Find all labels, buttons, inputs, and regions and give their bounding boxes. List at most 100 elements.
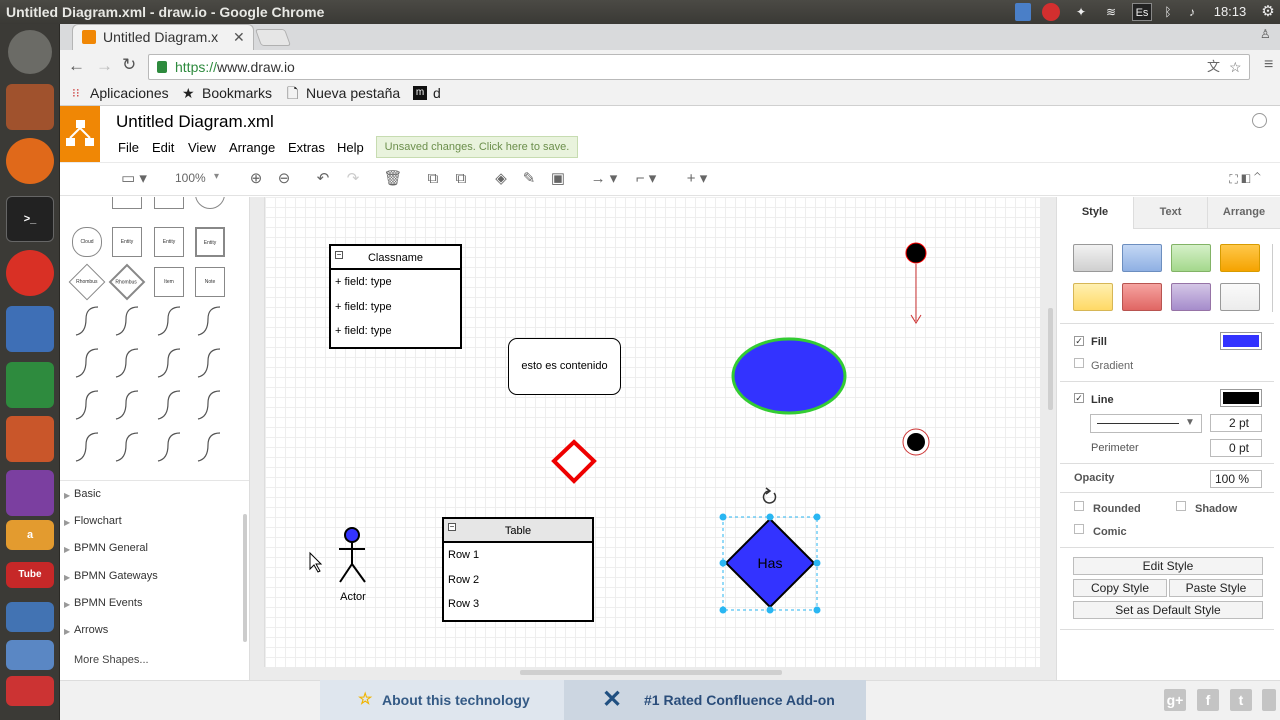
to-back-icon[interactable]: ⧉ bbox=[451, 169, 471, 189]
connection-icon[interactable]: → ▾ bbox=[588, 169, 620, 189]
category-bpmn-general[interactable]: BPMN General bbox=[74, 542, 148, 554]
shape-thumb[interactable] bbox=[112, 197, 142, 209]
line-color-icon[interactable]: ✎ bbox=[519, 169, 539, 189]
bluetooth-icon[interactable]: ᛒ bbox=[1160, 3, 1176, 21]
forward-icon[interactable]: → bbox=[96, 56, 113, 76]
collapse-icon[interactable]: − bbox=[448, 523, 456, 531]
red-diamond[interactable] bbox=[551, 439, 597, 484]
format-panel-toggle-icon[interactable]: ▭ ▾ bbox=[116, 169, 152, 189]
category-basic[interactable]: Basic bbox=[74, 488, 101, 500]
bookmark-star-icon[interactable]: ☆ bbox=[1229, 55, 1242, 79]
category-arrows[interactable]: Arrows bbox=[74, 624, 108, 636]
menu-view[interactable]: View bbox=[188, 140, 216, 155]
amazon-icon[interactable]: a bbox=[6, 520, 54, 550]
wifi-icon[interactable]: ≋ bbox=[1101, 3, 1121, 21]
bookmark-new-tab[interactable]: Nueva pestaña bbox=[306, 82, 400, 104]
fullscreen-icons[interactable]: ⛶ ◧ ⌃ bbox=[1222, 169, 1268, 189]
line-checkbox[interactable]: ✓ bbox=[1074, 393, 1084, 403]
fill-color-picker[interactable] bbox=[1220, 332, 1262, 350]
menu-extras[interactable]: Extras bbox=[288, 140, 325, 155]
menu-help[interactable]: Help bbox=[337, 140, 364, 155]
style-swatch[interactable] bbox=[1073, 244, 1113, 272]
more-shapes-link[interactable]: More Shapes... bbox=[74, 654, 149, 666]
shape-thumb[interactable] bbox=[154, 197, 184, 209]
app-icon-2[interactable] bbox=[6, 640, 54, 670]
actor-shape[interactable] bbox=[339, 527, 366, 583]
user-icon[interactable]: ♙ bbox=[1260, 27, 1271, 41]
entity-shape[interactable]: Entity bbox=[154, 227, 184, 257]
keyboard-layout-indicator[interactable]: Es bbox=[1132, 3, 1152, 21]
new-tab-button[interactable] bbox=[254, 29, 292, 46]
github-icon[interactable] bbox=[1262, 689, 1276, 711]
impress-icon[interactable] bbox=[6, 416, 54, 462]
category-bpmn-events[interactable]: BPMN Events bbox=[74, 597, 142, 609]
tab-close-icon[interactable]: ✕ bbox=[233, 25, 245, 50]
category-bpmn-gateways[interactable]: BPMN Gateways bbox=[74, 570, 158, 582]
entity-shape[interactable]: Entity bbox=[195, 227, 225, 257]
category-flowchart[interactable]: Flowchart bbox=[74, 515, 122, 527]
dropbox-icon[interactable] bbox=[1015, 3, 1031, 21]
style-swatch[interactable] bbox=[1171, 283, 1211, 311]
item-shape[interactable]: Item bbox=[154, 267, 184, 297]
shadow-checkbox[interactable] bbox=[1176, 501, 1186, 511]
reload-icon[interactable]: ↻ bbox=[122, 55, 136, 75]
note-shape[interactable]: Note bbox=[195, 267, 225, 297]
document-title[interactable]: Untitled Diagram.xml bbox=[116, 112, 274, 132]
chrome-menu-icon[interactable]: ≡ bbox=[1264, 56, 1273, 74]
line-width-input[interactable]: 2 pt bbox=[1210, 414, 1262, 432]
zoom-dropdown-icon[interactable]: ▾ bbox=[214, 171, 219, 182]
style-swatch[interactable] bbox=[1122, 244, 1162, 272]
bookmark-apps[interactable]: Aplicaciones bbox=[90, 82, 169, 104]
tab-text[interactable]: Text bbox=[1133, 197, 1207, 229]
back-icon[interactable]: ← bbox=[68, 56, 85, 76]
undo-icon[interactable]: ↶ bbox=[313, 169, 333, 189]
rhombus-shape[interactable]: Rhombus bbox=[68, 263, 106, 301]
line-pattern-select[interactable]: ▼ bbox=[1090, 414, 1202, 433]
volume-icon[interactable]: ♪ bbox=[1182, 3, 1202, 21]
google-plus-icon[interactable]: g+ bbox=[1164, 689, 1186, 711]
cloud-shape[interactable]: Cloud bbox=[72, 227, 102, 257]
style-swatch[interactable] bbox=[1220, 244, 1260, 272]
base-icon[interactable] bbox=[6, 470, 54, 516]
language-globe-icon[interactable] bbox=[1252, 113, 1267, 128]
tab-style[interactable]: Style bbox=[1057, 197, 1133, 229]
zoom-in-icon[interactable]: ⊕ bbox=[246, 169, 266, 189]
browser-tab[interactable]: Untitled Diagram.x ✕ bbox=[72, 24, 254, 50]
delete-icon[interactable]: 🗑 bbox=[383, 169, 403, 189]
canvas-horizontal-scrollbar[interactable] bbox=[520, 670, 782, 675]
sidebar-scrollbar[interactable] bbox=[243, 514, 247, 642]
zoom-level[interactable]: 100% bbox=[175, 171, 206, 185]
menu-edit[interactable]: Edit bbox=[152, 140, 174, 155]
blue-ellipse[interactable] bbox=[731, 337, 847, 415]
app-icon-3[interactable] bbox=[6, 676, 54, 706]
shadow-icon[interactable]: ▣ bbox=[548, 169, 568, 189]
style-swatch[interactable] bbox=[1171, 244, 1211, 272]
bookmark-bookmarks[interactable]: Bookmarks bbox=[202, 82, 272, 104]
comic-checkbox[interactable] bbox=[1074, 524, 1084, 534]
menu-arrange[interactable]: Arrange bbox=[229, 140, 275, 155]
confluence-addon-banner[interactable]: ✕ #1 Rated Confluence Add-on bbox=[564, 680, 866, 720]
twitter-icon[interactable]: t bbox=[1230, 689, 1252, 711]
translate-icon[interactable]: 文 bbox=[1207, 55, 1220, 79]
dropbox-tray-icon[interactable]: ✦ bbox=[1072, 3, 1090, 21]
edit-style-button[interactable]: Edit Style bbox=[1073, 557, 1263, 575]
copy-style-button[interactable]: Copy Style bbox=[1073, 579, 1167, 597]
insert-icon[interactable]: + ▾ bbox=[681, 169, 713, 189]
about-technology-banner[interactable]: ☆ About this technology bbox=[320, 680, 564, 720]
unsaved-changes-notice[interactable]: Unsaved changes. Click here to save. bbox=[376, 136, 578, 158]
line-color-picker[interactable] bbox=[1220, 389, 1262, 407]
bookmark-d[interactable]: d bbox=[433, 82, 441, 104]
table-shape[interactable]: − Table Row 1 Row 2 Row 3 bbox=[442, 517, 594, 622]
style-swatch[interactable] bbox=[1073, 283, 1113, 311]
rounded-checkbox[interactable] bbox=[1074, 501, 1084, 511]
app-icon[interactable] bbox=[6, 602, 54, 632]
style-swatch[interactable] bbox=[1220, 283, 1260, 311]
youtube-icon[interactable]: Tube bbox=[6, 562, 54, 588]
fill-color-icon[interactable]: ◈ bbox=[491, 169, 511, 189]
zoom-out-icon[interactable]: ⊖ bbox=[274, 169, 294, 189]
terminal-icon[interactable]: >_ bbox=[6, 196, 54, 242]
ubuntu-dash-icon[interactable] bbox=[8, 30, 52, 74]
canvas-vertical-scrollbar[interactable] bbox=[1048, 308, 1053, 410]
tab-arrange[interactable]: Arrange bbox=[1207, 197, 1280, 229]
redo-icon[interactable]: ↷ bbox=[343, 169, 363, 189]
